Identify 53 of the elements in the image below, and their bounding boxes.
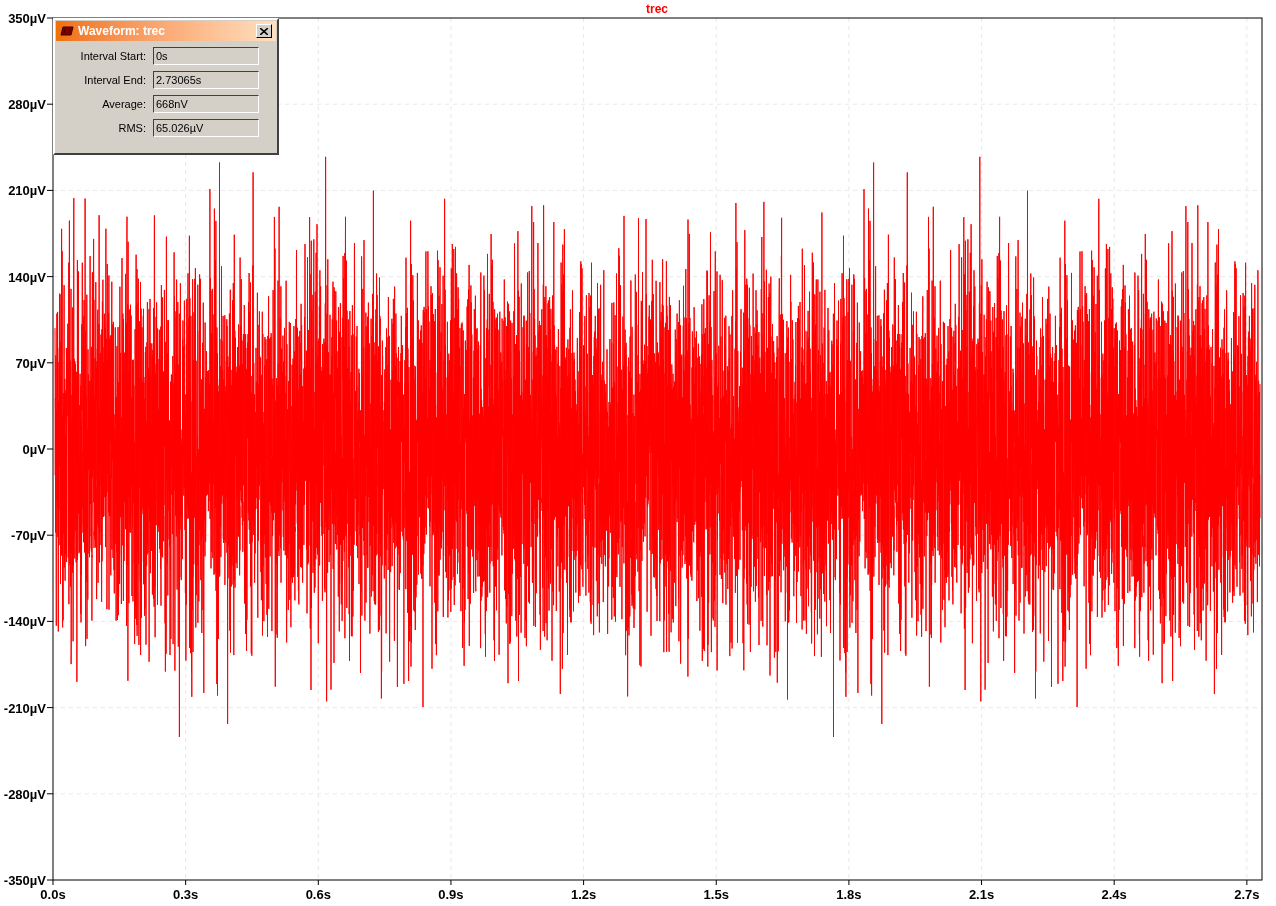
x-axis-label: 2.4s — [1101, 887, 1127, 902]
tick-mark — [185, 879, 187, 886]
field-label: Interval End: — [83, 72, 147, 88]
tick-mark — [46, 793, 54, 795]
tick-mark — [848, 879, 850, 886]
tick-mark — [46, 103, 54, 105]
readout-field: 668nV — [153, 95, 259, 113]
y-axis-label: 210µV — [8, 183, 46, 199]
x-axis-label: 2.7s — [1234, 887, 1260, 902]
y-axis-label: -350µV — [3, 873, 46, 888]
close-icon — [260, 27, 268, 35]
dialog-title: Waveform: trec — [78, 25, 166, 37]
x-axis-label: 1.5s — [703, 887, 729, 902]
x-axis-label: 0.9s — [438, 887, 464, 902]
plot-title: trec — [646, 2, 668, 16]
waveform-app-icon — [60, 26, 74, 36]
y-axis-label: 0µV — [22, 442, 46, 457]
y-axis-label: -210µV — [3, 700, 46, 716]
tick-mark — [450, 879, 452, 886]
tick-mark — [1246, 879, 1248, 886]
field-label: RMS: — [117, 120, 147, 136]
x-axis-label: 0.6s — [305, 887, 331, 902]
tick-mark — [981, 879, 983, 886]
readout-field: 2.73065s — [153, 71, 259, 89]
close-button[interactable] — [256, 24, 272, 38]
x-axis-label: 1.2s — [570, 887, 597, 902]
readout-field: 0s — [153, 47, 259, 65]
y-axis-label: -140µV — [3, 614, 46, 630]
tick-mark — [46, 448, 54, 450]
y-axis-label: 140µV — [8, 269, 46, 285]
tick-mark — [583, 879, 585, 886]
tick-mark — [46, 17, 54, 19]
y-axis-label: -70µV — [11, 528, 46, 544]
y-axis-label: 280µV — [8, 97, 46, 113]
tick-mark — [715, 879, 717, 886]
y-axis-label: 70µV — [15, 355, 46, 371]
x-axis-label: 1.8s — [836, 887, 862, 902]
tick-mark — [46, 620, 54, 622]
x-axis-label: 0.0s — [40, 887, 66, 902]
tick-mark — [46, 707, 54, 709]
x-axis-label: 0.3s — [173, 887, 199, 902]
tick-mark — [46, 362, 54, 364]
x-axis-label: 2.1s — [968, 887, 995, 902]
tick-mark — [1113, 879, 1115, 886]
field-label: Average: — [101, 96, 147, 112]
tick-mark — [46, 534, 54, 536]
tick-mark — [317, 879, 319, 886]
tick-mark — [46, 276, 54, 278]
field-label: Interval Start: — [79, 48, 147, 64]
y-axis-label: 350µV — [8, 11, 46, 26]
tick-mark — [46, 189, 54, 191]
readout-field: 65.026µV — [153, 119, 259, 137]
y-axis-label: -280µV — [3, 786, 46, 802]
